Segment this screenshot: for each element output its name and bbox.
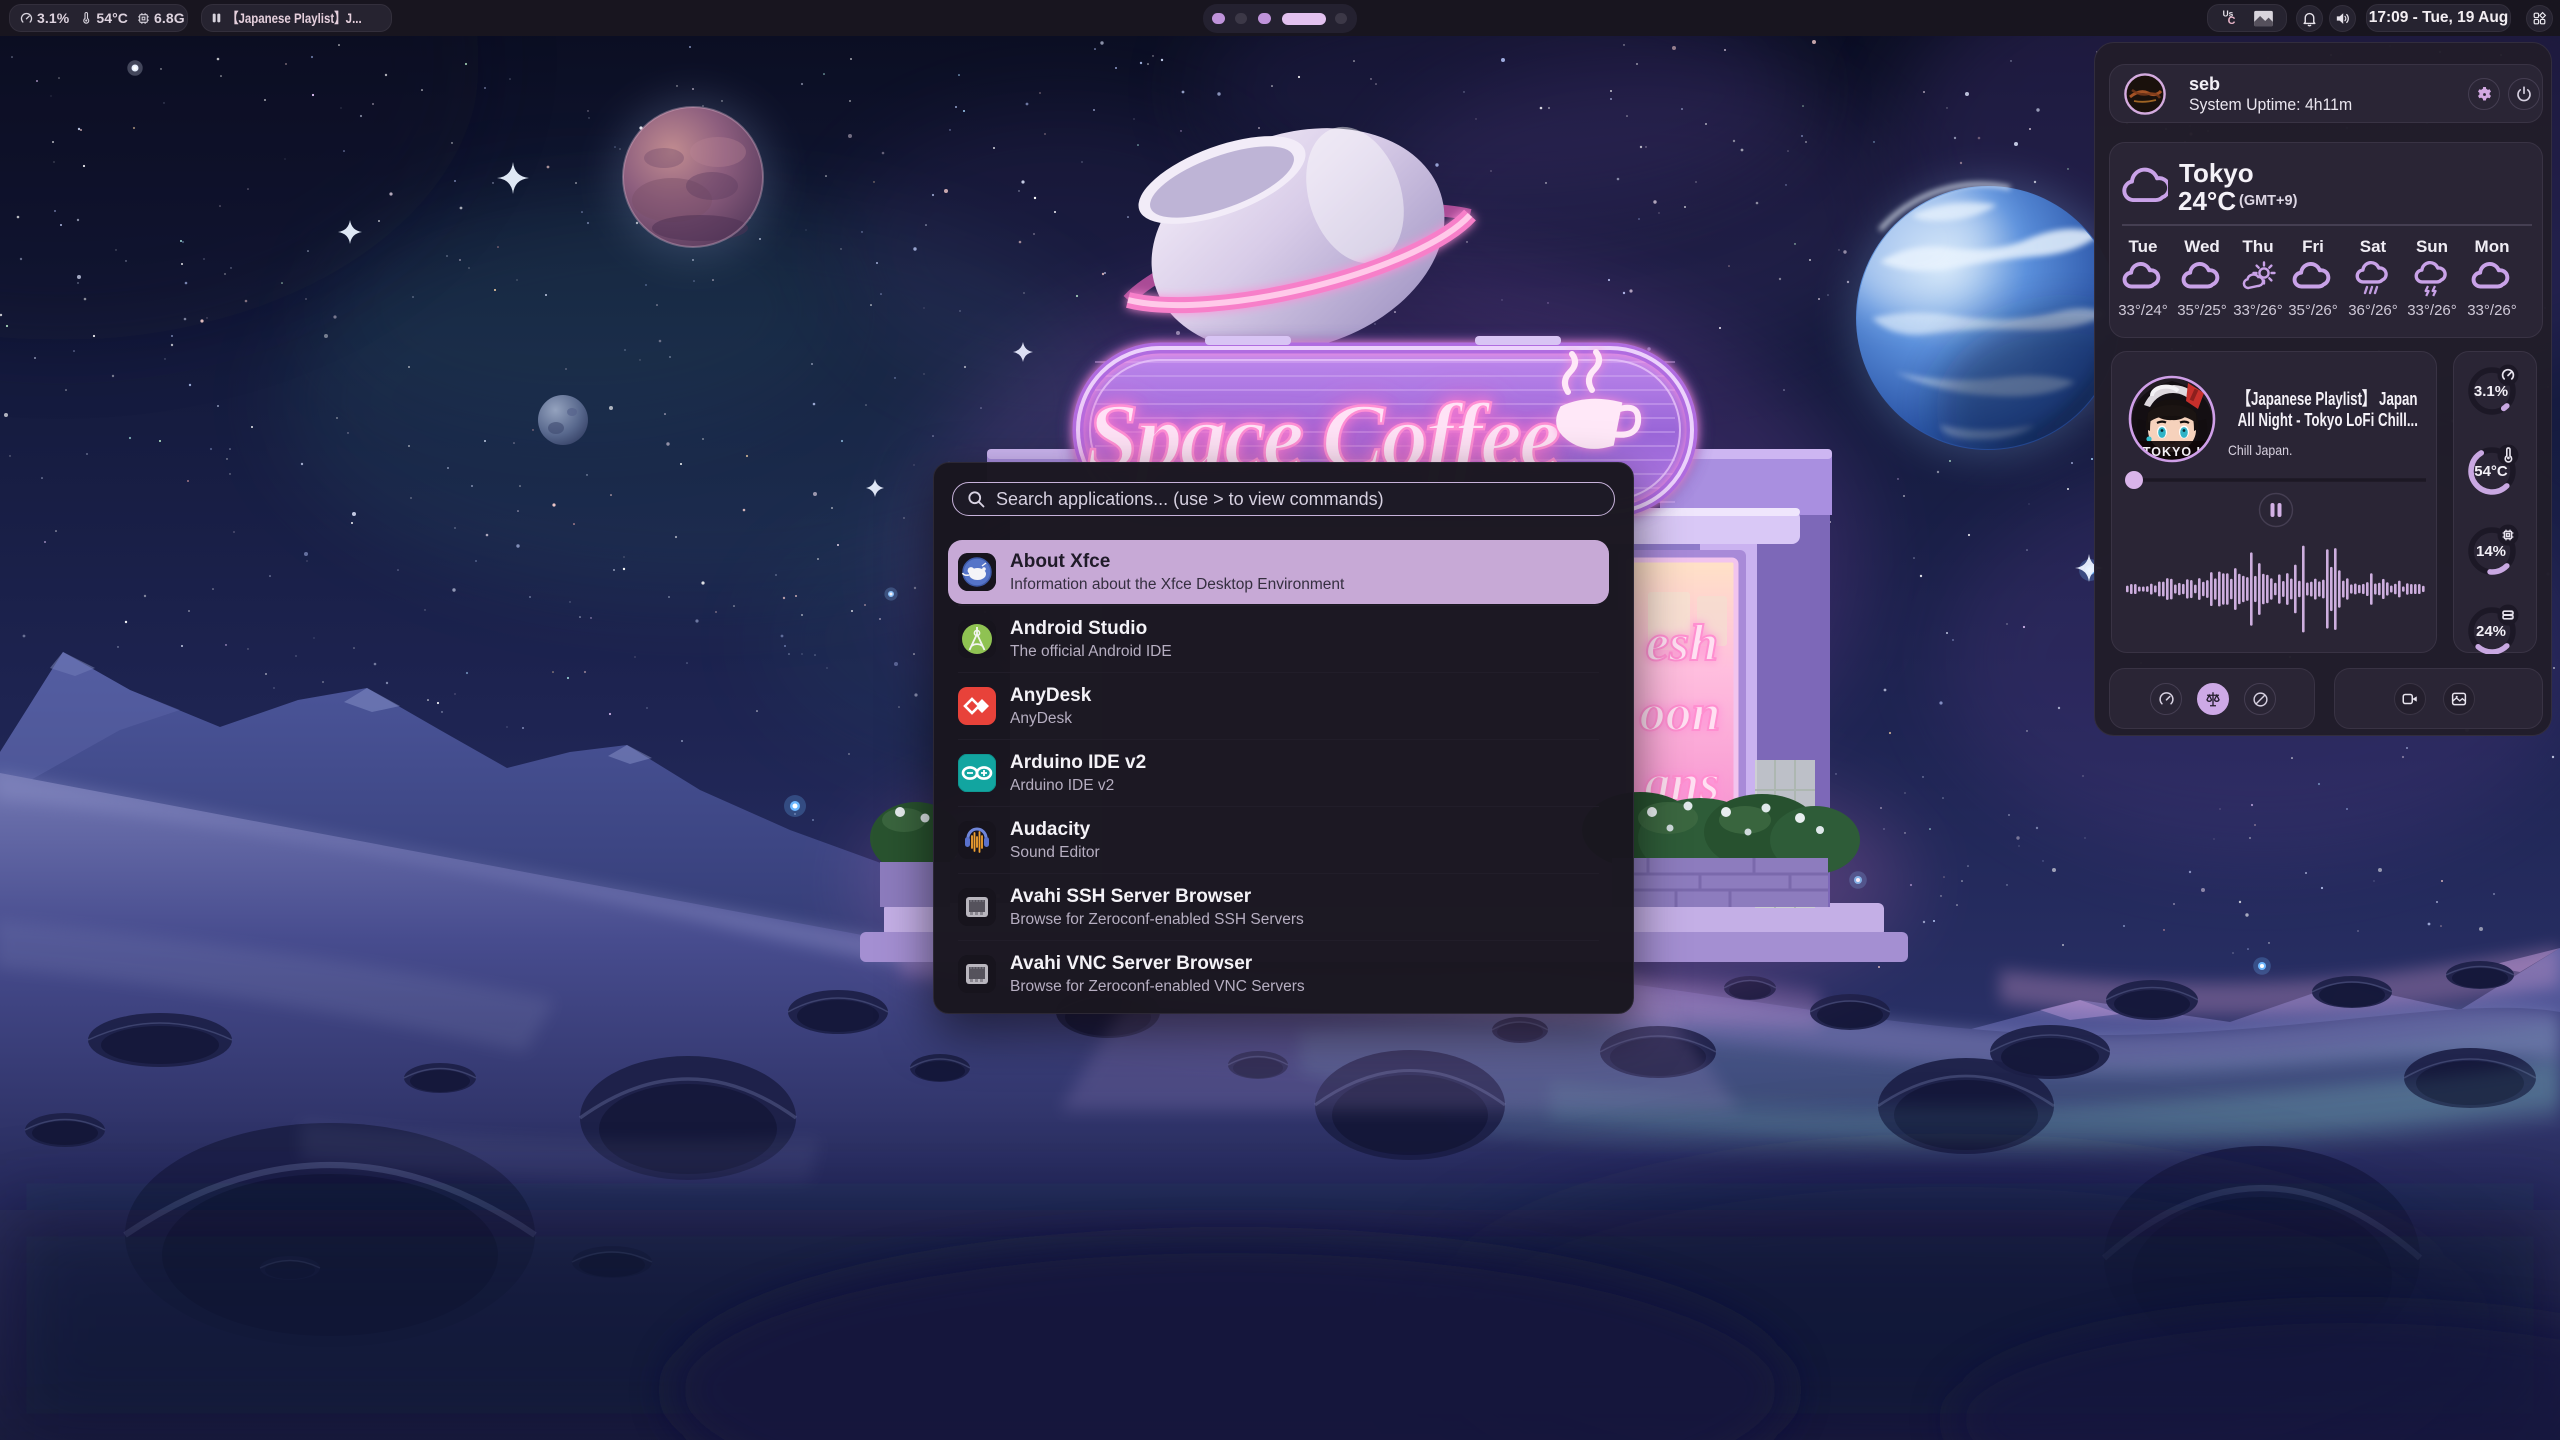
svg-text:esh: esh bbox=[1646, 615, 1718, 672]
svg-text:3.1%: 3.1% bbox=[2474, 383, 2508, 400]
svg-text:54°C: 54°C bbox=[2474, 463, 2508, 480]
svg-text:24%: 24% bbox=[2476, 623, 2506, 640]
svg-text:C: C bbox=[2227, 15, 2235, 27]
svg-text:14%: 14% bbox=[2476, 543, 2506, 560]
svg-text:oon: oon bbox=[1640, 685, 1721, 742]
